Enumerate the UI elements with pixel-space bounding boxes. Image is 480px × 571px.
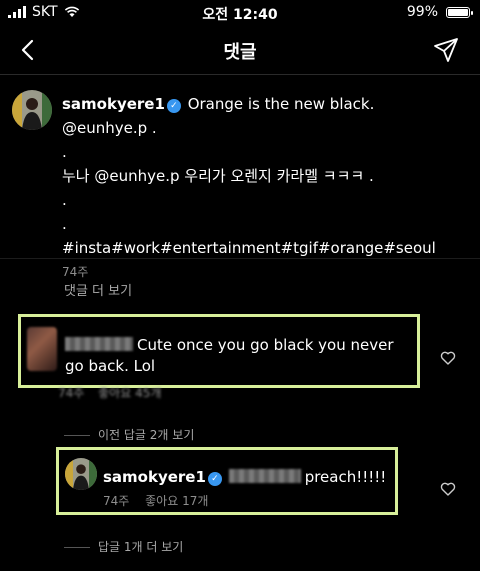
avatar[interactable] [12, 90, 52, 130]
status-right: 99% [406, 4, 473, 20]
comment-age: 74주 [58, 386, 85, 400]
caption-username[interactable]: samokyere1 [62, 95, 165, 113]
comment-username-redacted[interactable] [65, 337, 133, 351]
reply-age: 74주 [103, 494, 130, 508]
battery-fill [448, 8, 468, 16]
thread-line [64, 547, 90, 548]
verified-badge-icon: ✓ [207, 472, 222, 486]
view-previous-replies[interactable]: 이전 답글 2개 보기 [64, 426, 194, 443]
caption-line-4: . [62, 191, 67, 209]
view-more-replies[interactable]: 답글 1개 더 보기 [64, 538, 183, 555]
status-bar: SKT 오전 12:40 99% [0, 0, 480, 26]
view-more-comments[interactable]: 댓글 더 보기 [64, 280, 132, 299]
caption-line-3: 누나 @eunhye.p 우리가 오렌지 카라멜 ㅋㅋㅋ . [62, 167, 374, 185]
heart-icon[interactable] [440, 350, 456, 366]
reply-likes[interactable]: 좋아요 17개 [145, 494, 208, 508]
heart-icon[interactable] [440, 481, 456, 497]
thread-line [64, 435, 90, 436]
view-more-replies-label: 답글 1개 더 보기 [98, 540, 184, 554]
avatar[interactable] [27, 327, 57, 371]
comment-likes[interactable]: 좋아요 45개 [98, 386, 161, 400]
comment-body: Cute once you go black you never go back… [65, 335, 415, 377]
avatar[interactable] [65, 458, 97, 490]
avatar-image [65, 458, 97, 490]
caption-line-2: . [62, 143, 67, 161]
page-title: 댓글 [223, 42, 257, 63]
caption-line-5: . [62, 215, 67, 233]
reply-text: preach!!!!! [304, 468, 387, 486]
avatar-image [12, 90, 52, 130]
comment-meta: 74주 좋아요 45개 [58, 384, 171, 401]
reply-username[interactable]: samokyere1 [103, 468, 206, 486]
caption-text: samokyere1 ✓ Orange is the new black. @eu… [62, 92, 462, 284]
battery-percent: 99% [406, 4, 438, 20]
comment-highlighted: Cute once you go black you never go back… [18, 314, 420, 388]
caption-hashtags[interactable]: #insta#work#entertainment#tgif#orange#se… [62, 236, 462, 260]
reply-body: samokyere1 ✓ preach!!!!! [103, 468, 386, 486]
nav-bar: 댓글 [0, 26, 480, 75]
reply-highlighted: samokyere1 ✓ preach!!!!! 74주 좋아요 17개 [56, 447, 398, 515]
battery-icon [446, 6, 473, 18]
mention-redacted[interactable] [228, 469, 301, 483]
verified-badge-icon: ✓ [166, 99, 181, 113]
divider [0, 258, 480, 259]
reply-meta: 74주 좋아요 17개 [103, 492, 220, 509]
send-icon[interactable] [432, 36, 460, 64]
view-previous-replies-label: 이전 답글 2개 보기 [98, 428, 195, 442]
